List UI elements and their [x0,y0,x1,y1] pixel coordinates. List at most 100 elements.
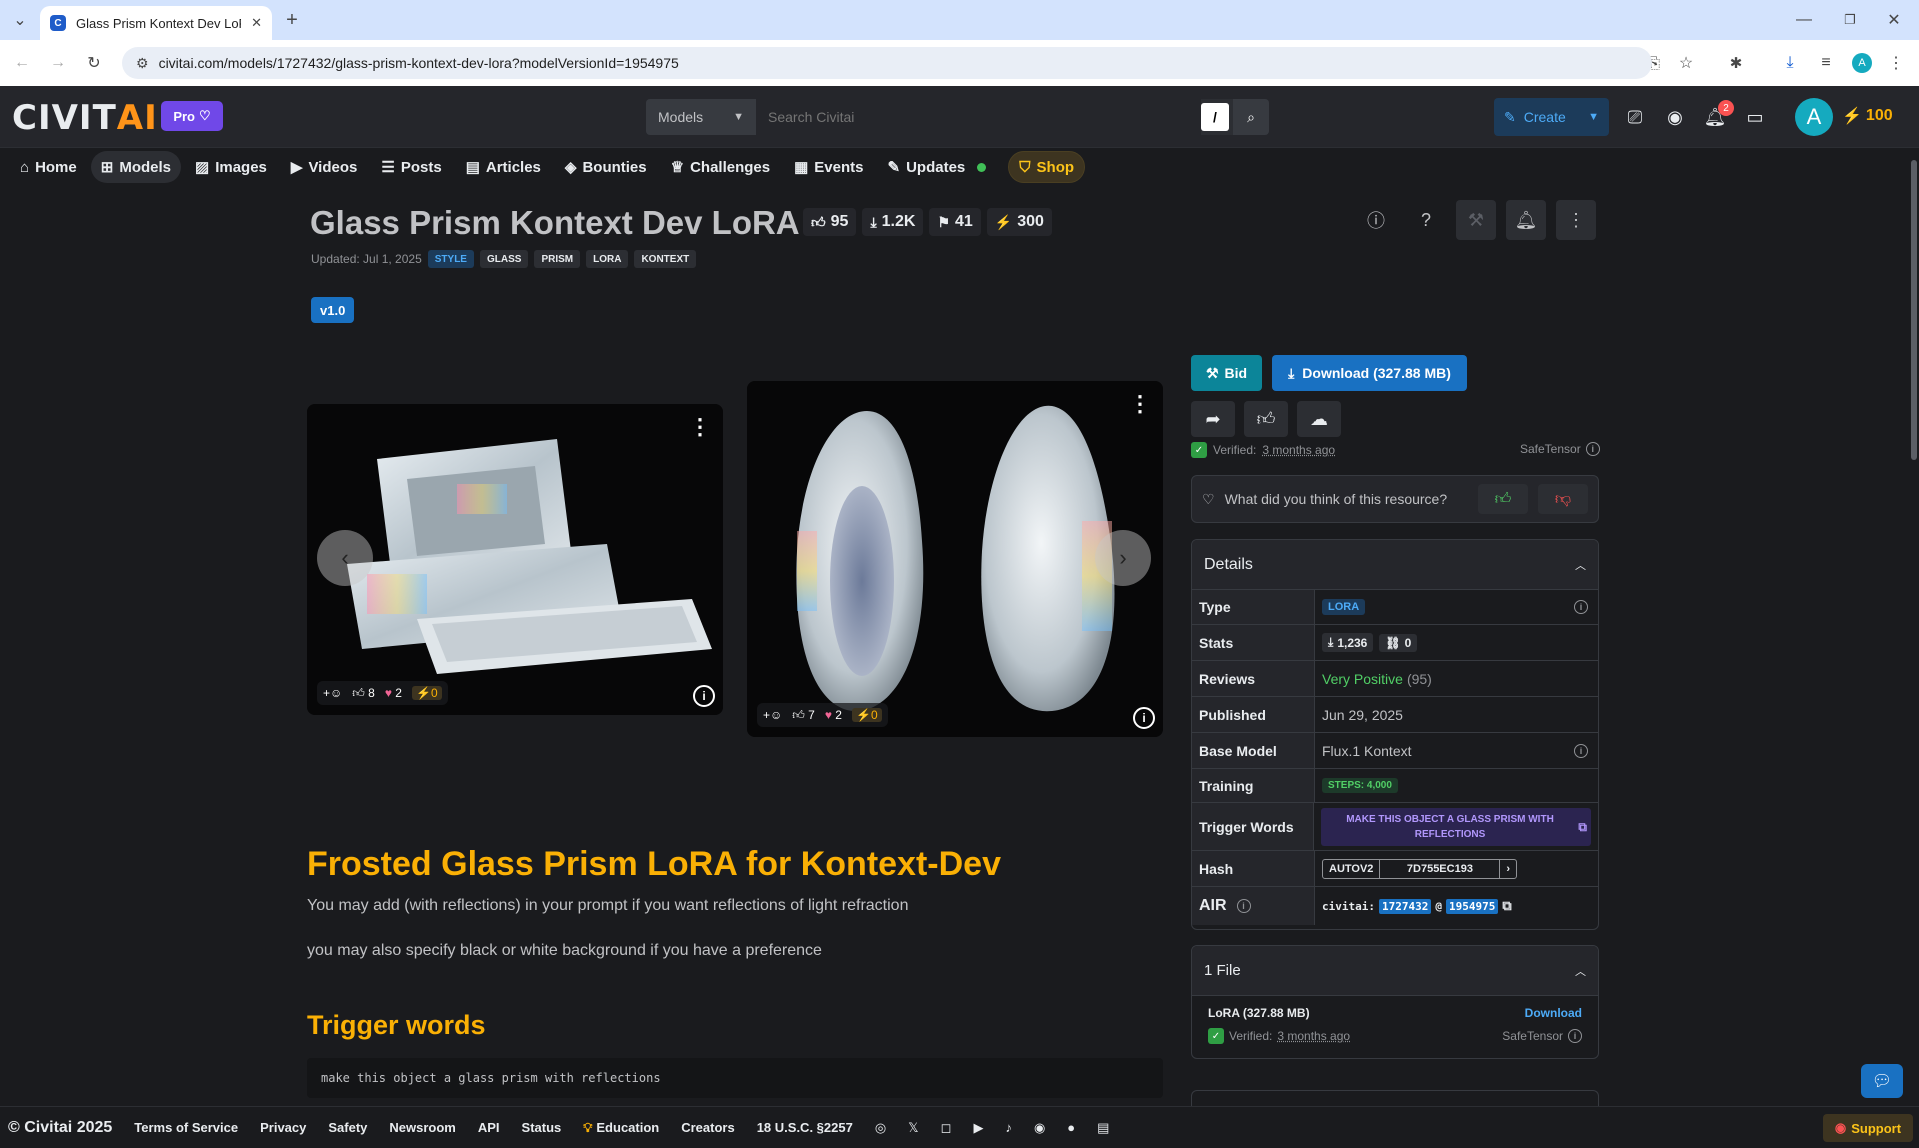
extensions-icon[interactable]: ✱ [1722,49,1750,77]
info-icon[interactable]: ⓘ [1356,200,1396,240]
create-button[interactable]: ✎ Create ▼ [1494,98,1609,136]
info-icon[interactable]: i [1236,899,1251,913]
heart-reaction[interactable]: ♥ 2 [825,708,842,722]
nav-shop[interactable]: ⛉ Shop [1008,151,1086,183]
nav-events[interactable]: ▦ Events [784,151,873,183]
tab-search-icon[interactable]: ⌄ [6,6,34,34]
search-scope-select[interactable]: Models ▼ [646,99,756,135]
search-input[interactable] [756,99,1201,135]
nav-articles[interactable]: ▤ Articles [456,151,551,183]
profile-icon[interactable]: A [1852,53,1872,73]
tag-glass[interactable]: GLASS [479,250,529,268]
downloads-icon[interactable]: ⤓ [1776,49,1804,77]
hash-value[interactable]: 7D755EC193 [1380,859,1501,878]
info-icon[interactable]: i [1568,1029,1582,1043]
cloud-icon[interactable]: ☁ [1297,401,1341,437]
thumbs-up-button[interactable]: 👍︎ [1478,484,1528,514]
upload-monitor-icon[interactable]: ⎚ [1620,102,1650,132]
tag-prism[interactable]: PRISM [534,250,581,268]
reviews-rating[interactable]: Very Positive [1322,671,1403,687]
info-icon[interactable]: i [1585,442,1600,456]
url-text[interactable]: civitai.com/models/1727432/glass-prism-k… [159,55,679,71]
gallery-next-button[interactable]: › [1095,530,1151,586]
pro-badge[interactable]: Pro ♡ [161,101,223,131]
more-menu-icon[interactable]: ⋮ [1556,200,1596,240]
bell-plus-icon[interactable]: 🔔︎ [1506,200,1546,240]
card-menu-icon[interactable]: ⋮ [689,414,711,440]
nav-challenges[interactable]: ♕ Challenges [661,151,780,183]
add-reaction-icon[interactable]: +☺ [323,686,342,700]
forward-icon[interactable]: → [44,49,72,77]
share-icon[interactable]: ➦ [1191,401,1235,437]
hash-selector[interactable]: AUTOV2 7D755EC193 › [1322,858,1518,879]
instagram-icon[interactable]: ◻ [941,1120,952,1136]
thumbs-down-button[interactable]: 👎︎ [1538,484,1588,514]
footer-link-terms[interactable]: Terms of Service [134,1120,238,1135]
chat-support-button[interactable]: 💬︎ [1861,1064,1903,1098]
heart-reaction[interactable]: ♥ 2 [385,686,402,700]
twitch-icon[interactable]: ▤ [1097,1120,1109,1136]
back-icon[interactable]: ← [8,49,36,77]
discord-icon[interactable]: ◎ [875,1120,886,1136]
footer-link-status[interactable]: Status [522,1120,562,1135]
thumbs-up-icon[interactable]: 👍︎ [1244,401,1288,437]
footer-link-education[interactable]: 💡︎ Education [583,1120,659,1136]
gallery-image-papaya[interactable]: ⋮ › +☺ 👍︎ 7 ♥ 2 ⚡0 i [747,381,1163,737]
tag-style[interactable]: STYLE [427,250,474,268]
chat-icon[interactable]: ▭ [1740,102,1770,132]
youtube-icon[interactable]: ▶ [973,1120,983,1136]
trigger-word-chip[interactable]: MAKE THIS OBJECT A GLASS PRISM WITH REFL… [1321,807,1591,846]
footer-link-newsroom[interactable]: Newsroom [389,1120,455,1135]
nav-bounties[interactable]: ◈ Bounties [555,151,657,183]
minimize-icon[interactable]: — [1790,6,1818,34]
hash-algo[interactable]: AUTOV2 [1323,859,1381,878]
details-header[interactable]: Details ︿ [1192,540,1598,590]
gavel-icon[interactable]: ⚒ [1456,200,1496,240]
buzz-balance[interactable]: ⚡ 100 [1842,106,1893,126]
tag-lora[interactable]: LORA [586,250,629,268]
footer-link-safety[interactable]: Safety [328,1120,367,1135]
eye-icon[interactable]: ◉ [1660,102,1690,132]
copy-icon[interactable]: ⧉ [1578,818,1587,836]
like-reaction[interactable]: 👍︎ 8 [352,686,375,701]
copy-icon[interactable]: ⧉ [1502,899,1511,914]
download-button[interactable]: ⤓ Download (327.88 MB) [1272,355,1467,391]
version-badge[interactable]: v1.0 [311,297,355,323]
info-icon[interactable]: i [1574,600,1588,614]
scrollbar-thumb[interactable] [1911,160,1917,460]
nav-updates[interactable]: ✎ Updates [878,151,976,183]
civitai-logo[interactable]: CIVITAI [12,98,158,138]
buzz-reaction[interactable]: ⚡0 [851,708,882,722]
reddit-icon[interactable]: ◉ [1034,1120,1045,1136]
support-button[interactable]: ◉ Support [1823,1114,1913,1142]
restore-icon[interactable]: ❐ [1836,6,1864,34]
card-menu-icon[interactable]: ⋮ [1129,391,1151,417]
like-reaction[interactable]: 👍︎ 7 [792,708,815,723]
buzz-reaction[interactable]: ⚡0 [411,686,442,700]
footer-link-creators[interactable]: Creators [681,1120,734,1135]
gallery-image-computer[interactable]: ⋮ ‹ +☺ 👍︎ 8 ♥ 2 ⚡0 i [307,404,723,715]
footer-link-api[interactable]: API [478,1120,500,1135]
nav-models[interactable]: ⊞ Models [90,151,182,183]
avatar[interactable]: A [1795,98,1833,136]
github-icon[interactable]: ● [1067,1120,1075,1135]
air-identifier[interactable]: civitai: 1727432 @ 1954975 ⧉ [1322,898,1512,914]
new-tab-icon[interactable]: + [278,6,306,34]
search-button[interactable]: ⌕ [1233,99,1269,135]
bid-button[interactable]: ⚒ Bid [1191,355,1262,391]
browser-tab[interactable]: C Glass Prism Kontext Dev LoRA ✕ [40,6,272,40]
gallery-prev-button[interactable]: ‹ [317,530,373,586]
image-info-icon[interactable]: i [693,685,715,707]
files-header[interactable]: 1 File ︿ [1192,946,1598,996]
site-info-icon[interactable]: ⚙ [136,55,149,72]
close-tab-icon[interactable]: ✕ [251,15,262,31]
nav-videos[interactable]: ▶ Videos [281,151,367,183]
image-info-icon[interactable]: i [1133,707,1155,729]
add-reaction-icon[interactable]: +☺ [763,708,782,722]
trigger-code-block[interactable]: make this object a glass prism with refl… [307,1058,1163,1098]
info-icon[interactable]: i [1574,743,1588,758]
nav-home[interactable]: ⌂ Home [10,151,87,183]
nav-images[interactable]: ▨ Images [185,151,277,183]
media-icon[interactable]: ≡ [1812,49,1840,77]
chevron-right-icon[interactable]: › [1500,860,1516,878]
